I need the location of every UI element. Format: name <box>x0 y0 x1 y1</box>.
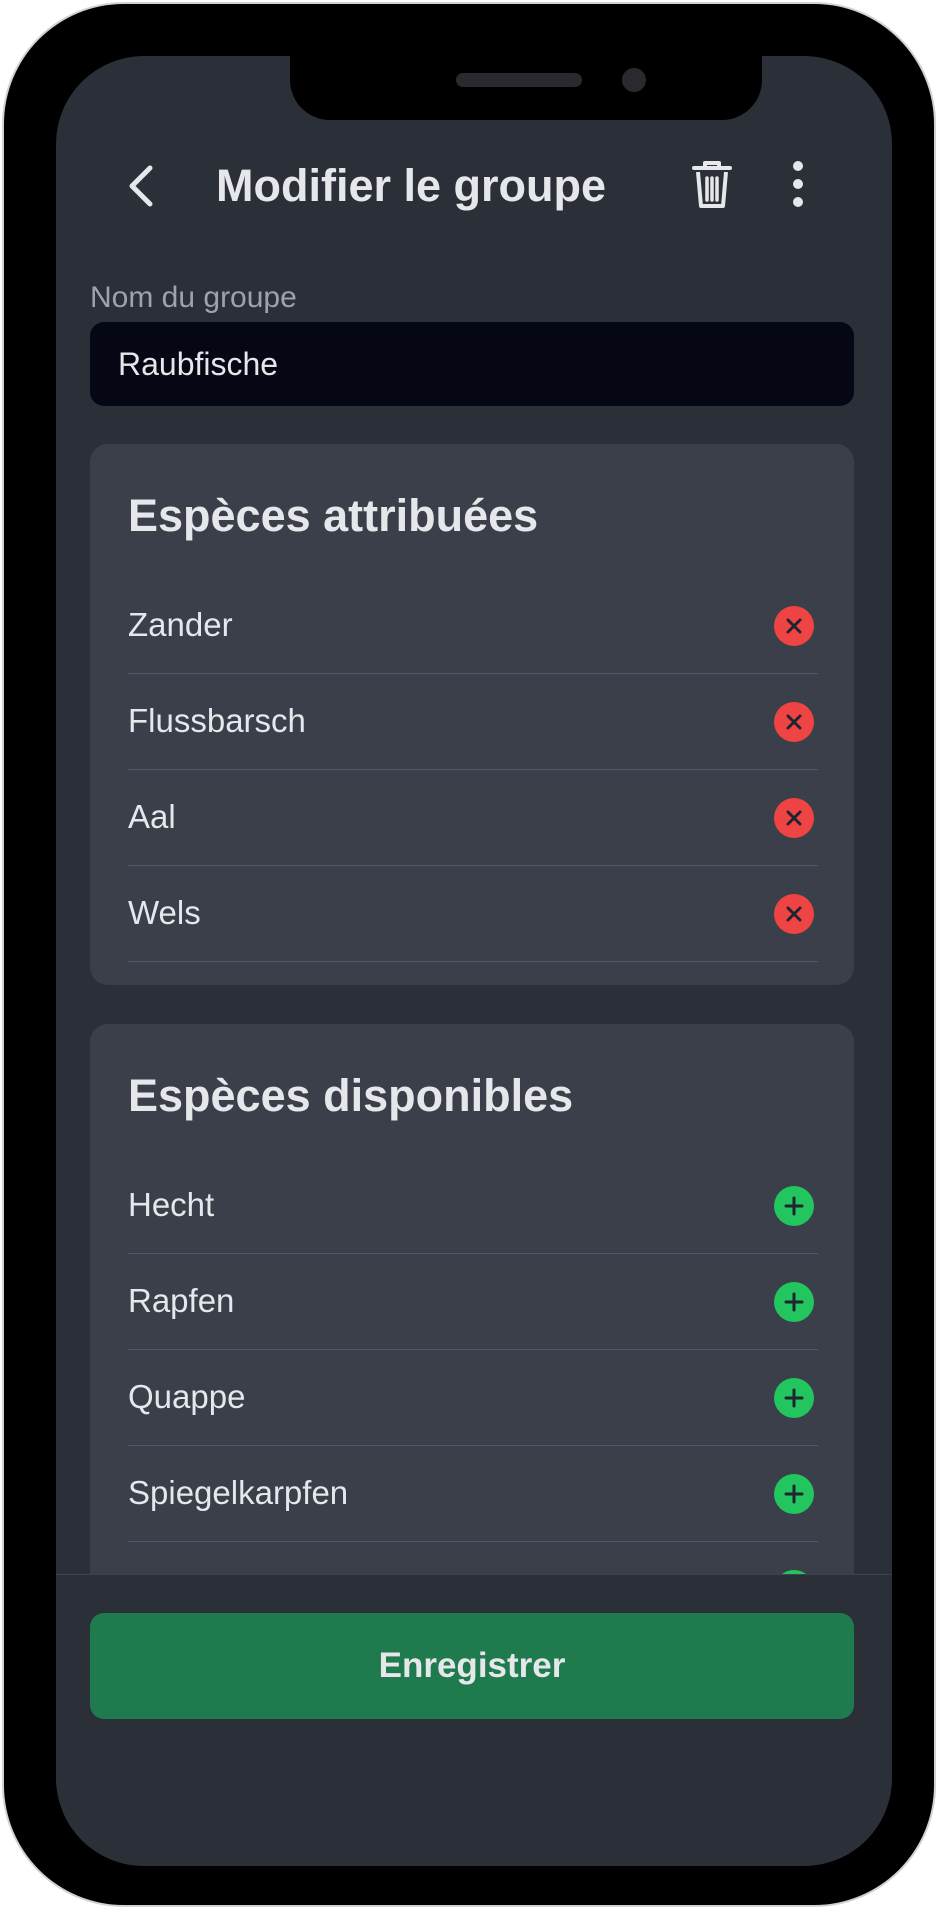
species-name: Rapfen <box>128 1282 235 1319</box>
assigned-species-list: Zander Flussbarsch Aal Wels <box>128 578 818 962</box>
available-species-list: HechtRapfenQuappeSpiegelkarpfenSchuppenk… <box>128 1158 818 1624</box>
more-options-button[interactable] <box>778 154 818 214</box>
page: Modifier le groupe Nom du groupe Raubfis… <box>0 0 938 1909</box>
remove-circle-icon <box>786 810 802 826</box>
species-name: Wels <box>128 894 201 931</box>
assigned-species-title: Espèces attribuées <box>128 490 539 541</box>
remove-species-button[interactable] <box>774 702 814 742</box>
species-row: Zander <box>128 578 818 674</box>
add-circle-icon <box>784 1388 804 1408</box>
back-button[interactable] <box>116 158 172 214</box>
species-name: Zander <box>128 606 233 643</box>
species-name: Hecht <box>128 1186 215 1223</box>
front-camera <box>622 68 646 92</box>
available-species-title: Espèces disponibles <box>128 1070 574 1121</box>
device-notch <box>290 56 762 120</box>
group-name-input[interactable] <box>90 322 854 406</box>
page-title: Modifier le groupe <box>216 160 607 211</box>
species-name: Spiegelkarpfen <box>128 1474 349 1511</box>
trash-icon <box>692 161 732 208</box>
add-species-button[interactable] <box>774 1282 814 1322</box>
remove-species-button[interactable] <box>774 894 814 934</box>
remove-circle-icon <box>786 906 802 922</box>
species-row: Spiegelkarpfen <box>128 1446 818 1542</box>
species-name: Aal <box>128 798 176 835</box>
species-row: Rapfen <box>128 1254 818 1350</box>
speaker-grille <box>456 73 582 87</box>
more-vertical-icon <box>793 161 803 207</box>
delete-group-button[interactable] <box>682 154 742 214</box>
add-species-button[interactable] <box>774 1378 814 1418</box>
species-row: Quappe <box>128 1350 818 1446</box>
add-species-button[interactable] <box>774 1474 814 1514</box>
assigned-species-card: Espèces attribuées Zander Flussbarsch Aal W… <box>90 444 854 985</box>
app-header: Modifier le groupe <box>56 136 892 236</box>
bottom-action-bar: Enregistrer <box>56 1574 892 1866</box>
phone-frame: Modifier le groupe Nom du groupe Raubfis… <box>4 4 934 1905</box>
add-circle-icon <box>784 1292 804 1312</box>
species-name: Flussbarsch <box>128 702 306 739</box>
add-species-button[interactable] <box>774 1186 814 1226</box>
add-circle-icon <box>784 1484 804 1504</box>
save-button[interactable]: Enregistrer <box>90 1613 854 1719</box>
species-row: Flussbarsch <box>128 674 818 770</box>
group-name-label: Nom du groupe <box>90 281 297 314</box>
species-name: Quappe <box>128 1378 246 1415</box>
species-row: Wels <box>128 866 818 962</box>
remove-circle-icon <box>786 618 802 634</box>
remove-circle-icon <box>786 714 802 730</box>
remove-species-button[interactable] <box>774 606 814 646</box>
remove-species-button[interactable] <box>774 798 814 838</box>
chevron-left-icon <box>129 165 153 207</box>
species-row: Aal <box>128 770 818 866</box>
species-row: Hecht <box>128 1158 818 1254</box>
available-species-card: Espèces disponibles Hecht Rapfen Quappe Spi… <box>90 1024 854 1624</box>
add-circle-icon <box>784 1196 804 1216</box>
app-screen: Modifier le groupe Nom du groupe Raubfis… <box>56 56 892 1866</box>
